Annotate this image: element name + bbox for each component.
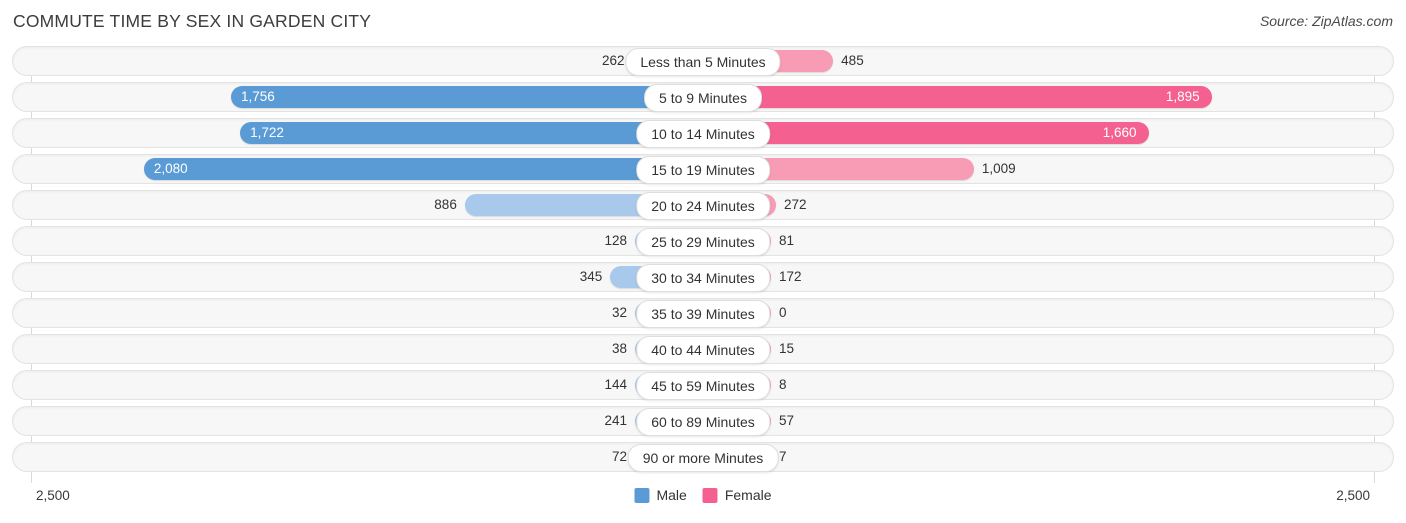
plot-area: 262 485 Less than 5 Minutes 1,756 1,895 5 to …: [0, 46, 1406, 483]
bar-value-female: 0: [779, 305, 787, 320]
bar-row[interactable]: 345 172 30 to 34 Minutes: [0, 262, 1406, 292]
bar-rows: 262 485 Less than 5 Minutes 1,756 1,895 5 to …: [0, 46, 1406, 478]
legend-swatch-icon: [702, 487, 718, 503]
category-label: 30 to 34 Minutes: [636, 264, 770, 292]
bar-value-female: 8: [779, 377, 787, 392]
axis-label-left: 2,500: [36, 488, 70, 503]
source-attribution: Source: ZipAtlas.com: [1259, 13, 1393, 29]
bar-value-female: 485: [841, 53, 864, 68]
bar-value-female: 81: [779, 233, 795, 248]
category-label: 60 to 89 Minutes: [636, 408, 770, 436]
bar-value-female: 7: [779, 449, 787, 464]
bar-value-male: 241: [604, 413, 627, 428]
category-label: Less than 5 Minutes: [625, 48, 781, 76]
category-label: 40 to 44 Minutes: [636, 336, 770, 364]
bar-value-female: 57: [779, 413, 795, 428]
bar-value-male: 345: [579, 269, 603, 284]
category-label: 45 to 59 Minutes: [636, 372, 770, 400]
bar-value-male: 72: [611, 449, 627, 464]
bar-row[interactable]: 262 485 Less than 5 Minutes: [0, 46, 1406, 76]
chart-footer: 2,500 Male Female 2,500: [0, 483, 1406, 523]
bar-value-male: 886: [434, 197, 457, 212]
page-title: COMMUTE TIME BY SEX IN GARDEN CITY: [13, 11, 372, 31]
bar-row[interactable]: 1,756 1,895 5 to 9 Minutes: [0, 82, 1406, 112]
category-label: 25 to 29 Minutes: [636, 228, 770, 256]
category-label: 35 to 39 Minutes: [636, 300, 770, 328]
bar-value-female: 1,009: [981, 161, 1016, 176]
legend: Male Female: [634, 487, 772, 503]
bar-value-female: 172: [779, 269, 802, 284]
bar-row[interactable]: 886 272 20 to 24 Minutes: [0, 190, 1406, 220]
bar-row[interactable]: 38 15 40 to 44 Minutes: [0, 334, 1406, 364]
bar-value-male: 262: [602, 53, 625, 68]
bar-value-female: 15: [779, 341, 795, 356]
bar-value-male: 128: [604, 233, 627, 248]
bar-row[interactable]: 2,080 1,009 15 to 19 Minutes: [0, 154, 1406, 184]
bar-row[interactable]: 32 0 35 to 39 Minutes: [0, 298, 1406, 328]
bar-row[interactable]: 144 8 45 to 59 Minutes: [0, 370, 1406, 400]
legend-item[interactable]: Male: [634, 487, 687, 503]
chart-container: COMMUTE TIME BY SEX IN GARDEN CITY Sourc…: [0, 0, 1406, 523]
bar-row[interactable]: 72 7 90 or more Minutes: [0, 442, 1406, 472]
bar-value-male: 32: [611, 305, 627, 320]
axis-label-right: 2,500: [1336, 488, 1370, 503]
bar-male[interactable]: [143, 158, 703, 180]
bar-value-male: 38: [611, 341, 627, 356]
bar-row[interactable]: 128 81 25 to 29 Minutes: [0, 226, 1406, 256]
category-label: 90 or more Minutes: [627, 444, 779, 472]
bar-value-female: 1,895: [1165, 89, 1200, 104]
category-label: 5 to 9 Minutes: [644, 84, 762, 112]
legend-item[interactable]: Female: [702, 487, 772, 503]
legend-swatch-icon: [634, 487, 650, 503]
bar-row[interactable]: 241 57 60 to 89 Minutes: [0, 406, 1406, 436]
bar-row[interactable]: 1,722 1,660 10 to 14 Minutes: [0, 118, 1406, 148]
category-label: 15 to 19 Minutes: [636, 156, 770, 184]
bar-value-male: 144: [604, 377, 627, 392]
bar-value-female: 272: [784, 197, 807, 212]
category-label: 10 to 14 Minutes: [636, 120, 770, 148]
legend-label: Male: [656, 487, 687, 503]
legend-label: Female: [724, 487, 772, 503]
bar-value-male: 2,080: [153, 161, 188, 176]
bar-value-female: 1,660: [1102, 125, 1137, 140]
category-label: 20 to 24 Minutes: [636, 192, 770, 220]
chart-header: COMMUTE TIME BY SEX IN GARDEN CITY Sourc…: [0, 0, 1406, 44]
